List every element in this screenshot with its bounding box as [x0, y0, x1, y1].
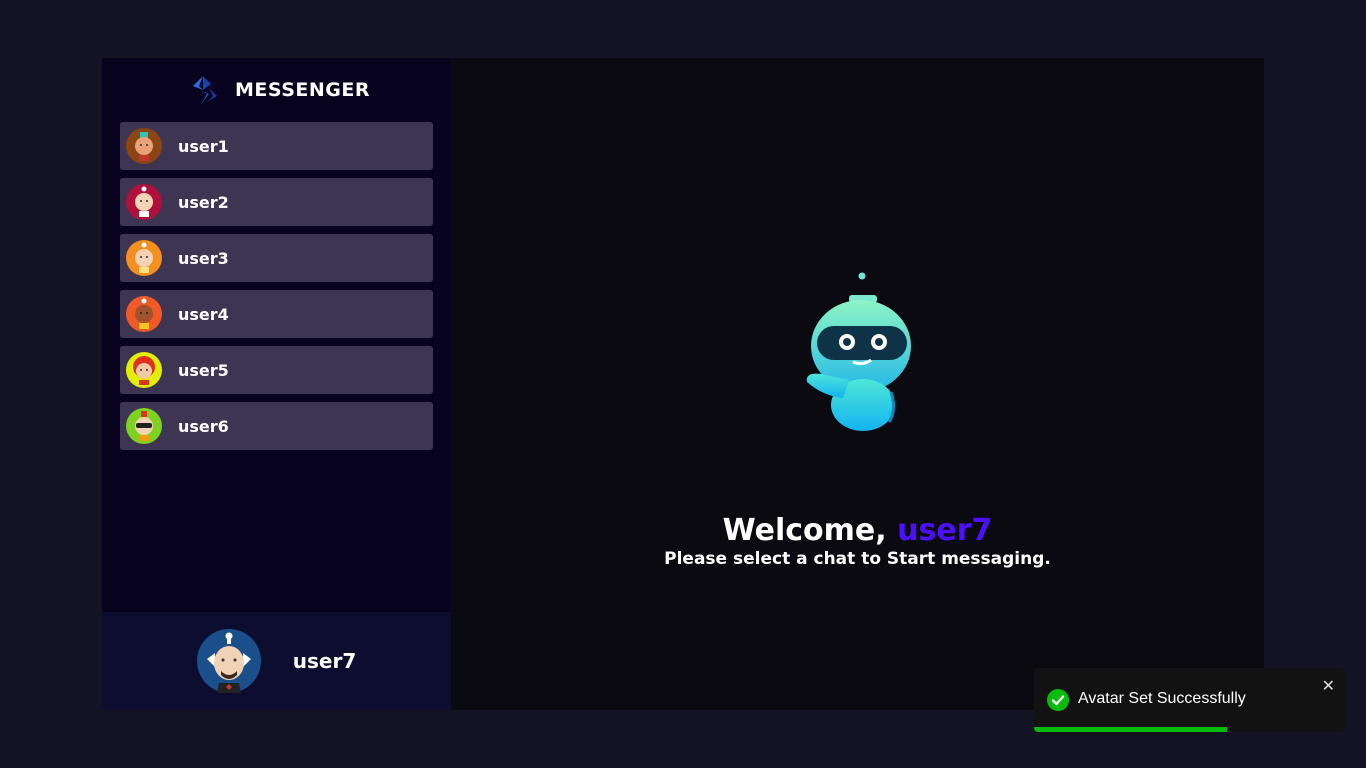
- contact-name: user5: [178, 360, 229, 380]
- welcome-subtitle: Please select a chat to Start messaging.: [664, 549, 1051, 569]
- messenger-logo-icon: [193, 76, 217, 104]
- brand-name: MESSENGER: [235, 79, 370, 101]
- robot-illustration: [806, 272, 911, 431]
- contact-item-user3[interactable]: user3: [120, 234, 433, 282]
- welcome-panel: Welcome, user7 Please select a chat to S…: [451, 58, 1264, 710]
- avatar: [126, 128, 162, 164]
- close-icon[interactable]: ✕: [1322, 676, 1335, 695]
- avatar: [196, 629, 261, 693]
- app-container: MESSENGER user1 user2 user3 user4 user5 …: [102, 58, 1264, 710]
- avatar: [126, 352, 162, 388]
- toast-notification: Avatar Set Successfully ✕: [1034, 668, 1345, 732]
- current-user-panel: user7: [102, 612, 451, 710]
- contact-item-user5[interactable]: user5: [120, 346, 433, 394]
- contact-name: user3: [178, 248, 229, 268]
- avatar: [126, 184, 162, 220]
- brand-header: MESSENGER: [102, 58, 451, 122]
- toast-progress-track: [1034, 727, 1345, 732]
- contact-name: user4: [178, 304, 229, 324]
- contact-item-user2[interactable]: user2: [120, 178, 433, 226]
- contact-item-user1[interactable]: user1: [120, 122, 433, 170]
- toast-message: Avatar Set Successfully: [1078, 690, 1246, 707]
- contact-item-user4[interactable]: user4: [120, 290, 433, 338]
- avatar: [126, 408, 162, 444]
- contact-list: user1 user2 user3 user4 user5 user6: [102, 122, 451, 450]
- avatar: [126, 296, 162, 332]
- contact-name: user1: [178, 136, 229, 156]
- welcome-username: user7: [897, 513, 993, 548]
- avatar: [126, 240, 162, 276]
- contact-item-user6[interactable]: user6: [120, 402, 433, 450]
- toast-progress-bar: [1034, 727, 1227, 732]
- sidebar: MESSENGER user1 user2 user3 user4 user5 …: [102, 58, 451, 710]
- contact-name: user6: [178, 416, 229, 436]
- welcome-message: Welcome, user7 Please select a chat to S…: [451, 513, 1264, 569]
- welcome-heading: Welcome, user7: [451, 513, 1264, 549]
- contact-name: user2: [178, 192, 229, 212]
- current-user-name: user7: [292, 649, 357, 673]
- welcome-greeting: Welcome,: [722, 513, 887, 548]
- check-circle-icon: [1047, 689, 1069, 711]
